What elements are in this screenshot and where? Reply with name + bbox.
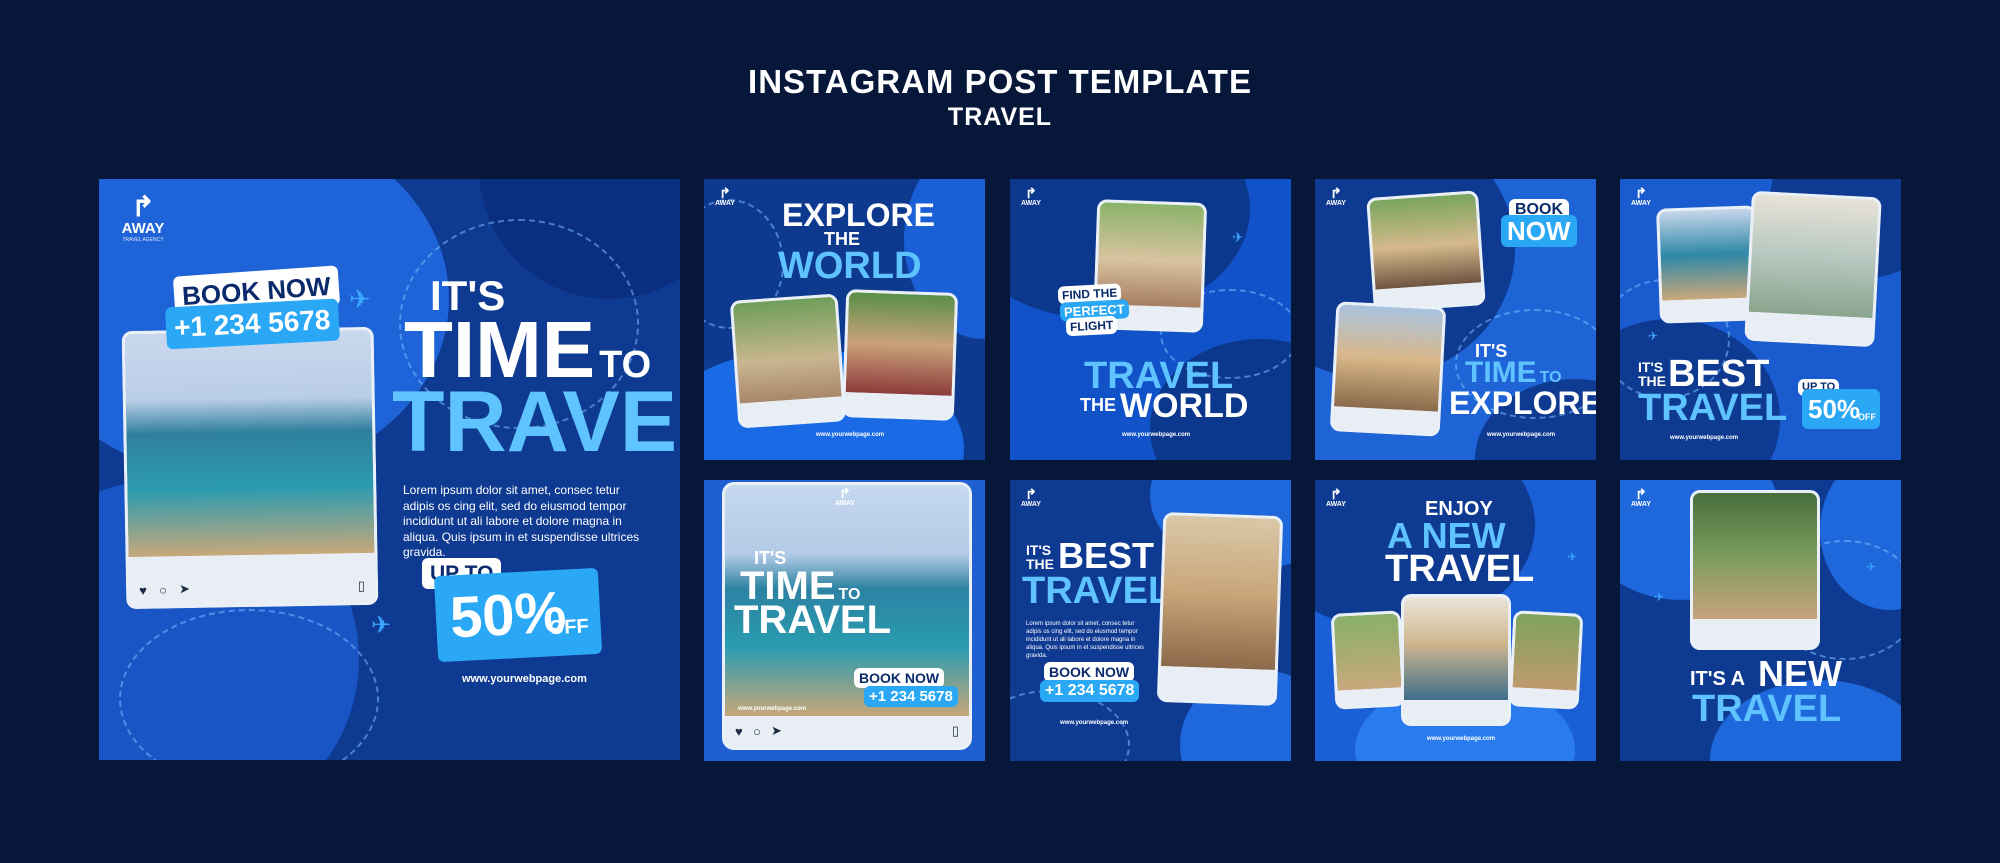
headline-its: IT'S (1638, 359, 1664, 375)
website-url[interactable]: www.yourwebpage.com (816, 432, 884, 438)
post-card-time-to-travel[interactable]: ♥ ○ ➤ ▯ ↱ AWAY IT'S TIME TO TRAVEL BOOK NO… (704, 480, 985, 761)
book-now-badge[interactable]: BOOK NOW (1044, 662, 1135, 682)
website-url[interactable]: www.yourwebpage.com (1427, 736, 1495, 742)
headline-the: THE (1638, 373, 1666, 389)
book-now-badge[interactable]: BOOK NOW (854, 668, 945, 688)
post-photo (729, 293, 847, 429)
airplane-icon: ✈ (1654, 590, 1665, 604)
headline-its: IT'S (1026, 542, 1052, 558)
airplane-icon: ✈ (349, 284, 371, 314)
website-url[interactable]: www.yourwebpage.com (1122, 432, 1190, 438)
post-photo (1508, 610, 1584, 710)
post-card-enjoy-new-travel[interactable]: ✈ ↱ AWAY ENJOY A NEW TRAVEL www.yourwebpa… (1315, 480, 1596, 761)
post-card-its-a-new-travel[interactable]: ✈ ✈ ↱ AWAY IT'S A NEW TRAVEL (1620, 480, 1901, 761)
post-card-time-to-explore[interactable]: ↱ AWAY BOOK NOW IT'S TIME TO EXPLORE www.y… (1315, 179, 1596, 460)
now-badge[interactable]: NOW (1501, 215, 1577, 247)
post-photo (1690, 490, 1820, 650)
page-header: INSTAGRAM POST TEMPLATE TRAVEL (0, 62, 2000, 132)
post-card-time-to-travel-large[interactable]: ✈ ✈ ↱ AWAY TRAVEL AGENCY ♥ ○ ➤ ▯ BOOK NO… (99, 179, 680, 760)
post-photo (1744, 190, 1882, 348)
airplane-icon: ✈ (371, 612, 392, 639)
headline-travel: TRAVEL (1692, 688, 1842, 730)
headline-travel: TRAVEL (734, 598, 892, 642)
headline-time: TIME TO (1465, 356, 1562, 389)
bookmark-icon[interactable]: ▯ (952, 723, 959, 739)
phone-badge[interactable]: +1 234 5678 (1040, 680, 1140, 702)
headline-travel: TRAVEL (1022, 570, 1172, 612)
comment-icon[interactable]: ○ (159, 582, 167, 597)
brand-logo: ↱ AWAY (1631, 486, 1651, 508)
brand-logo: ↱ AWAY (1021, 185, 1041, 207)
headline-the: THE (1080, 395, 1116, 415)
airplane-icon: ✈ (1648, 329, 1659, 343)
post-card-best-travel-discount[interactable]: ✈ ↱ AWAY IT'S THE BEST TRAVEL UP TO 50% O… (1620, 179, 1901, 460)
brand-logo: ↱ AWAY (1021, 486, 1041, 508)
headline-explore: EXPLORE (782, 197, 935, 233)
brand-logo: ↱ AWAY (1326, 486, 1346, 508)
post-card-explore-world[interactable]: ↱ AWAY EXPLORE THE WORLD www.yourwebpage.… (704, 179, 985, 460)
post-card-best-travel-book[interactable]: ↱ AWAY IT'S THE BEST TRAVEL Lorem ipsum d… (1010, 480, 1291, 761)
heart-icon[interactable]: ♥ (735, 724, 743, 739)
website-url[interactable]: www.yourwebpage.com (1670, 435, 1738, 441)
bookmark-icon[interactable]: ▯ (358, 578, 365, 594)
post-photo (841, 289, 959, 421)
brand-logo: ↱ AWAY (1326, 185, 1346, 207)
brand-logo: ↱ AWAY (715, 185, 735, 207)
brand-logo: ↱ AWAY TRAVEL AGENCY (121, 191, 165, 243)
airplane-icon: ✈ (1866, 560, 1877, 574)
body-text: Lorem ipsum dolor sit amet, consec tetur… (403, 483, 640, 559)
headline-explore: EXPLORE (1449, 385, 1596, 421)
brand-logo: ↱ AWAY (835, 485, 855, 507)
post-photo (1656, 205, 1760, 324)
airplane-icon: ✈ (1232, 229, 1244, 245)
airplane-icon: ✈ (1567, 550, 1578, 564)
page-subtitle: TRAVEL (947, 103, 1053, 131)
post-card-travel-the-world[interactable]: ✈ ↱ AWAY FIND THE PERFECT FLIGHT TRAVEL T… (1010, 179, 1291, 460)
headline-travel: TRAVEL (1385, 548, 1535, 590)
headline-the: THE (1026, 556, 1054, 572)
headline-travel: TRAVEL (1638, 387, 1788, 429)
page-title: INSTAGRAM POST TEMPLATE (748, 63, 1252, 100)
headline-world: WORLD (1120, 387, 1249, 425)
brand-logo: ↱ AWAY (1631, 185, 1651, 207)
heart-icon[interactable]: ♥ (139, 583, 147, 598)
flight-badge: FLIGHT (1065, 315, 1118, 337)
headline-best: BEST (1058, 535, 1155, 576)
phone-badge[interactable]: +1 234 5678 (864, 686, 958, 707)
comment-icon[interactable]: ○ (753, 724, 761, 739)
phone-badge[interactable]: +1 234 5678 (165, 298, 340, 350)
website-url[interactable]: www.yourwebpage.com (1487, 432, 1555, 438)
discount-badge[interactable]: 50% OFF (1802, 389, 1880, 429)
send-icon[interactable]: ➤ (179, 581, 190, 597)
headline-its-a: IT'S A (1690, 668, 1746, 690)
headline-travel: TRAVEL (392, 374, 680, 470)
post-photo (1366, 190, 1486, 313)
headline-world: WORLD (778, 245, 922, 287)
post-photo: ♥ ○ ➤ ▯ (121, 326, 379, 610)
website-url[interactable]: www.yourwebpage.com (738, 706, 806, 712)
website-url[interactable]: www.yourwebpage.com (1060, 720, 1128, 726)
post-photo (1329, 301, 1447, 437)
website-url[interactable]: www.yourwebpage.com (462, 673, 587, 685)
post-photo (1401, 594, 1511, 726)
body-text: Lorem ipsum dolor sit amet, consec tetur… (1026, 621, 1145, 659)
discount-badge[interactable]: 50% OFF (433, 567, 603, 663)
send-icon[interactable]: ➤ (771, 723, 782, 739)
post-photo (1156, 511, 1284, 707)
post-photo (1330, 610, 1406, 710)
headline-new: NEW (1758, 653, 1842, 694)
